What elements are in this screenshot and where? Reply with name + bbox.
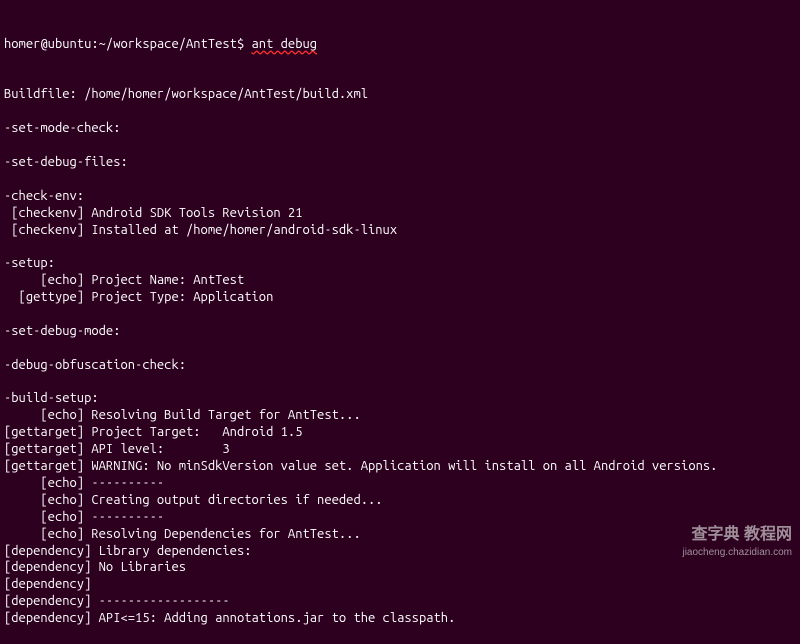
watermark: 查字典 教程网 jiaocheng.chazidian.com (682, 525, 792, 559)
output-line: -set-mode-check: (4, 120, 796, 137)
output-line: [gettype] Project Type: Application (4, 289, 796, 306)
typed-command: ant debug (252, 37, 318, 51)
output-line: [dependency] API<=15: Adding annotations… (4, 610, 796, 627)
output-line: [echo] Resolving Build Target for AntTes… (4, 407, 796, 424)
output-line: [dependency] No Libraries (4, 559, 796, 576)
output-line: [echo] Resolving Dependencies for AntTes… (4, 526, 796, 543)
output-line: [gettarget] API level: 3 (4, 441, 796, 458)
output-line: Buildfile: /home/homer/workspace/AntTest… (4, 86, 796, 103)
output-line: [checkenv] Installed at /home/homer/andr… (4, 222, 796, 239)
output-line (4, 374, 796, 391)
output-line: [echo] Project Name: AntTest (4, 272, 796, 289)
output-block: Buildfile: /home/homer/workspace/AntTest… (4, 86, 796, 627)
output-line (4, 340, 796, 357)
output-line: -set-debug-mode: (4, 323, 796, 340)
output-line (4, 171, 796, 188)
output-line: [echo] Creating output directories if ne… (4, 492, 796, 509)
output-line: -build-setup: (4, 390, 796, 407)
watermark-sub: jiaocheng.chazidian.com (682, 546, 792, 559)
terminal-output[interactable]: homer@ubuntu:~/workspace/AntTest$ ant de… (4, 2, 796, 644)
output-line: [dependency] Library dependencies: (4, 543, 796, 560)
output-line: [echo] ---------- (4, 509, 796, 526)
output-line (4, 137, 796, 154)
shell-prompt: homer@ubuntu:~/workspace/AntTest$ (4, 37, 252, 51)
output-line: -check-env: (4, 188, 796, 205)
output-line: [gettarget] Project Target: Android 1.5 (4, 424, 796, 441)
watermark-main: 查字典 教程网 (682, 525, 792, 546)
output-line: -debug-obfuscation-check: (4, 357, 796, 374)
prompt-line: homer@ubuntu:~/workspace/AntTest$ ant de… (4, 36, 796, 53)
output-line: [gettarget] WARNING: No minSdkVersion va… (4, 458, 796, 475)
output-line: [dependency] (4, 576, 796, 593)
output-line (4, 238, 796, 255)
output-line: -setup: (4, 255, 796, 272)
output-line: [echo] ---------- (4, 475, 796, 492)
output-line: [dependency] ------------------ (4, 593, 796, 610)
output-line (4, 103, 796, 120)
output-line (4, 306, 796, 323)
output-line: [checkenv] Android SDK Tools Revision 21 (4, 205, 796, 222)
output-line: -set-debug-files: (4, 154, 796, 171)
